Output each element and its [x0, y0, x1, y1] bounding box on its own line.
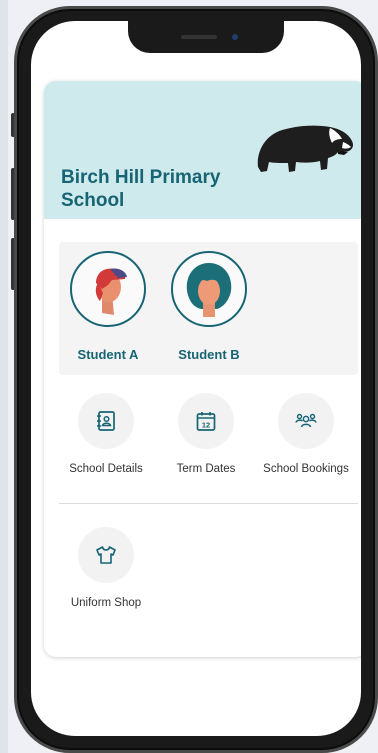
- student-a-label: Student A: [77, 347, 139, 362]
- tiles-divider: [59, 503, 358, 504]
- phone-frame: Birch Hill Primary School Student A Stud…: [14, 6, 378, 753]
- speaker-grille: [181, 35, 217, 39]
- student-a-avatar-icon: [95, 268, 127, 315]
- term-dates-tile[interactable]: 12 Term Dates: [156, 393, 256, 476]
- front-camera: [232, 34, 238, 40]
- calendar-day-number: 12: [202, 420, 210, 429]
- uniform-shop-button[interactable]: [78, 527, 134, 583]
- uniform-shop-label: Uniform Shop: [70, 597, 142, 609]
- term-dates-label: Term Dates: [176, 463, 236, 475]
- t-shirt-icon: [96, 546, 116, 564]
- address-book-icon: [97, 411, 115, 431]
- student-b-avatar-icon: [186, 263, 232, 317]
- school-bookings-button[interactable]: [278, 393, 334, 449]
- students-panel: Student A Student B: [59, 242, 358, 375]
- left-edge-strip: [0, 0, 8, 753]
- school-header: Birch Hill Primary School: [44, 81, 361, 219]
- school-card: Birch Hill Primary School Student A Stud…: [44, 81, 361, 657]
- student-card-b[interactable]: Student B: [170, 251, 248, 362]
- school-name: Birch Hill Primary School: [61, 167, 221, 211]
- student-a-avatar[interactable]: [70, 251, 146, 327]
- school-details-button[interactable]: [78, 393, 134, 449]
- student-card-a[interactable]: Student A: [69, 251, 147, 362]
- uniform-shop-tile[interactable]: Uniform Shop: [56, 527, 156, 610]
- people-group-icon: [295, 413, 317, 428]
- badger-logo-icon: [257, 125, 353, 172]
- phone-notch: [128, 21, 284, 53]
- school-bookings-label: School Bookings: [263, 463, 349, 475]
- calendar-icon: 12: [196, 412, 216, 431]
- school-bookings-tile[interactable]: School Bookings: [256, 393, 356, 476]
- school-details-label: School Details: [69, 463, 143, 475]
- student-b-avatar[interactable]: [171, 251, 247, 327]
- phone-screen: Birch Hill Primary School Student A Stud…: [31, 21, 361, 736]
- school-details-tile[interactable]: School Details: [56, 393, 156, 476]
- student-b-label: Student B: [178, 347, 240, 362]
- term-dates-button[interactable]: 12: [178, 393, 234, 449]
